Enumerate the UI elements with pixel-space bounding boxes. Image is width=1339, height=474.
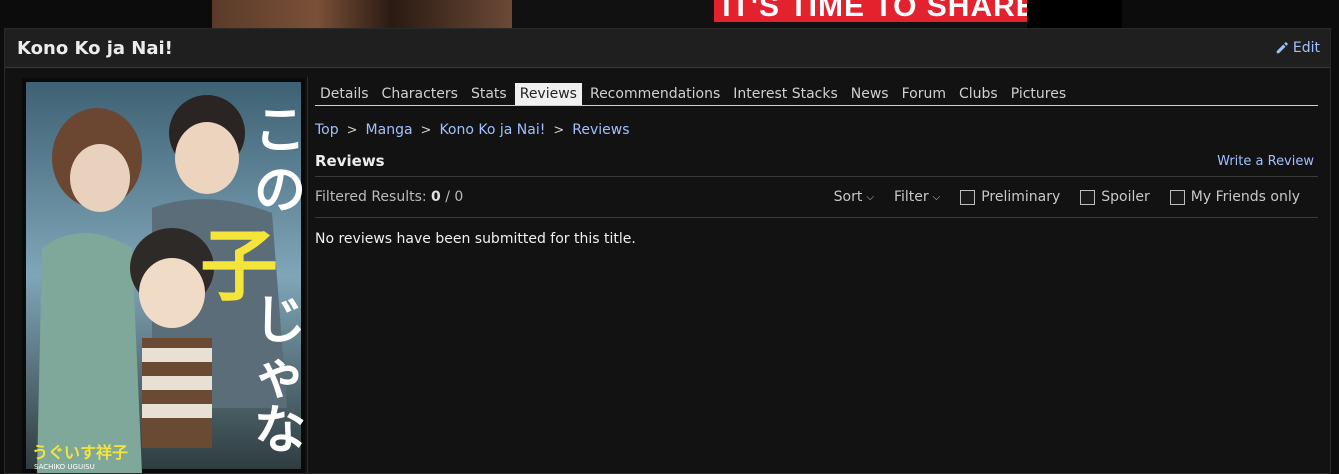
filtered-label: Filtered Results: (315, 189, 427, 205)
tab-forum[interactable]: Forum (897, 83, 951, 105)
chevron-down-icon: ⌵ (866, 191, 874, 203)
ad-photo (212, 0, 512, 28)
checkbox-box[interactable] (960, 189, 976, 205)
reviews-header: Reviews Write a Review (315, 152, 1318, 177)
svg-text:の: の (254, 161, 305, 221)
page-title: Kono Ko ja Nai! (17, 37, 173, 59)
cover-image[interactable]: こ の 子 じ ゃ な うぐいす祥子 SACHIKO UGUISU (22, 78, 305, 473)
ad-banner-text: IT'S TIME TO SHARE! (714, 0, 1056, 22)
preliminary-checkbox[interactable]: Preliminary (960, 189, 1060, 205)
section-title: Reviews (315, 152, 385, 170)
preliminary-label: Preliminary (981, 189, 1061, 205)
tab-interest-stacks[interactable]: Interest Stacks (728, 83, 842, 105)
filtered-results: Filtered Results: 0 / 0 (315, 189, 463, 205)
tab-news[interactable]: News (846, 83, 894, 105)
svg-text:こ: こ (254, 101, 305, 161)
empty-reviews-message: No reviews have been submitted for this … (315, 231, 636, 247)
breadcrumb-manga[interactable]: Manga (366, 122, 413, 138)
spoiler-checkbox[interactable]: Spoiler (1080, 189, 1150, 205)
svg-text:ゃ: ゃ (254, 346, 305, 406)
friends-only-checkbox[interactable]: My Friends only (1169, 189, 1300, 205)
svg-text:じ: じ (254, 291, 305, 351)
write-review-link[interactable]: Write a Review (1217, 154, 1314, 169)
tab-pictures[interactable]: Pictures (1006, 83, 1071, 105)
ad-banner[interactable]: IT'S TIME TO SHARE! (212, 0, 1122, 28)
tab-recommendations[interactable]: Recommendations (585, 83, 725, 105)
filtered-total: / 0 (445, 189, 464, 205)
sort-label: Sort (833, 189, 863, 205)
filter-dropdown[interactable]: Filter ⌵ (894, 189, 940, 205)
ad-dark-block (1027, 0, 1122, 28)
filter-label: Filter (893, 189, 929, 205)
tab-characters[interactable]: Characters (377, 83, 463, 105)
breadcrumb-separator: > (346, 122, 358, 138)
cover-art: こ の 子 じ ゃ な うぐいす祥子 SACHIKO UGUISU (22, 78, 305, 473)
breadcrumb-reviews[interactable]: Reviews (572, 122, 629, 138)
title-bar: Kono Ko ja Nai! Edit (5, 29, 1330, 68)
tab-stats[interactable]: Stats (466, 83, 512, 105)
chevron-down-icon: ⌵ (932, 191, 941, 203)
tab-clubs[interactable]: Clubs (954, 83, 1003, 105)
tab-reviews[interactable]: Reviews (514, 83, 582, 105)
breadcrumb-separator: > (553, 122, 565, 138)
breadcrumb-separator: > (420, 122, 432, 138)
filter-row: Filtered Results: 0 / 0 Sort ⌵ Filter ⌵ … (315, 177, 1318, 218)
breadcrumb-top[interactable]: Top (315, 122, 339, 138)
friends-only-label: My Friends only (1190, 189, 1300, 205)
filtered-count: 0 (431, 189, 441, 205)
checkbox-box[interactable] (1080, 189, 1096, 205)
tab-bar: Details Characters Stats Reviews Recomme… (315, 77, 1318, 106)
cover-author-jp: うぐいす祥子 (32, 443, 128, 462)
manga-page: Kono Ko ja Nai! Edit こ の 子 じ ゃ な うぐいす祥子 … (4, 28, 1331, 474)
spoiler-label: Spoiler (1101, 189, 1150, 205)
cover-author-en: SACHIKO UGUISU (34, 463, 95, 471)
filter-controls: Sort ⌵ Filter ⌵ Preliminary Spoiler My F… (834, 189, 1300, 205)
column-divider (307, 77, 308, 473)
sort-dropdown[interactable]: Sort ⌵ (834, 189, 874, 205)
pencil-icon (1276, 42, 1288, 54)
svg-text:な: な (254, 401, 305, 461)
tab-details[interactable]: Details (315, 83, 374, 105)
edit-link[interactable]: Edit (1275, 40, 1320, 56)
main-content: Details Characters Stats Reviews Recomme… (315, 77, 1318, 247)
breadcrumb-title[interactable]: Kono Ko ja Nai! (439, 122, 545, 138)
checkbox-box[interactable] (1169, 189, 1185, 205)
breadcrumb: Top > Manga > Kono Ko ja Nai! > Reviews (315, 122, 1318, 138)
edit-label: Edit (1292, 40, 1320, 56)
